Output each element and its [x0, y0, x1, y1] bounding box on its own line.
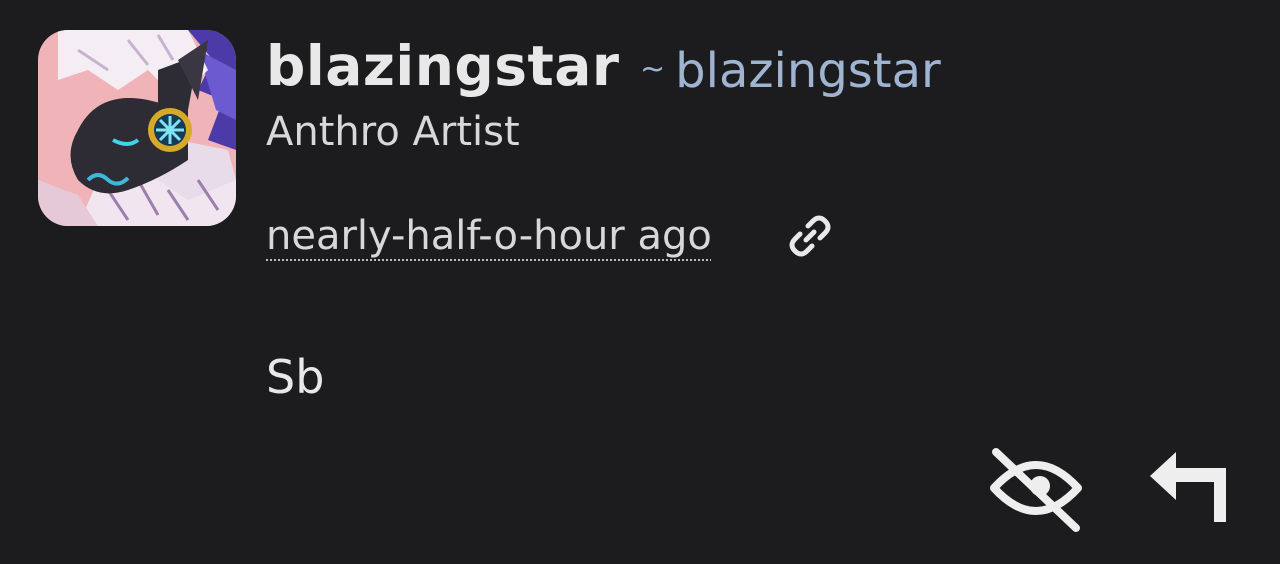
reply-button[interactable]	[1146, 448, 1230, 524]
link-icon	[789, 215, 831, 257]
eye-off-icon	[990, 448, 1082, 532]
author-title: Anthro Artist	[266, 109, 520, 155]
username-prefix: ~	[640, 52, 666, 87]
permalink-button[interactable]	[786, 212, 834, 260]
author-display-name[interactable]: blazingstar	[266, 30, 620, 102]
hide-comment-button[interactable]	[988, 444, 1084, 534]
reply-arrow-icon	[1150, 452, 1226, 522]
comment-card: blazingstar ~ blazingstar Anthro Artist n…	[0, 0, 1280, 564]
author-username: blazingstar	[675, 43, 941, 99]
comment-body: Sb	[266, 350, 325, 404]
comment-timestamp[interactable]: nearly-half-o-hour ago	[266, 208, 712, 264]
author-username-link[interactable]: ~ blazingstar	[640, 38, 941, 103]
avatar[interactable]	[38, 30, 236, 226]
avatar-image	[38, 30, 236, 226]
